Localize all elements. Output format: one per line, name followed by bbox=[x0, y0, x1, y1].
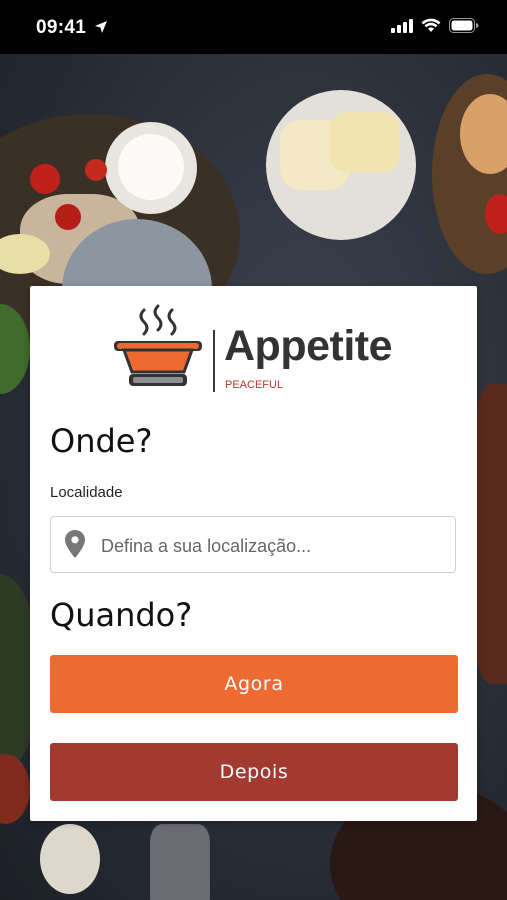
when-heading: Quando? bbox=[50, 596, 193, 634]
brand-name: Appetite bbox=[224, 322, 393, 370]
logo-divider bbox=[213, 330, 215, 392]
status-time-text: 09:41 bbox=[36, 17, 87, 38]
location-arrow-icon bbox=[94, 21, 107, 33]
later-button[interactable]: Depois bbox=[50, 743, 458, 801]
search-card: Appetite PEACEFUL Onde? Localidade Quand… bbox=[30, 286, 477, 821]
cooking-pot-icon bbox=[114, 304, 202, 386]
battery-icon bbox=[449, 18, 479, 33]
map-pin-icon bbox=[65, 530, 85, 558]
now-button[interactable]: Agora bbox=[50, 655, 458, 713]
status-indicators bbox=[391, 18, 479, 33]
brand-tagline: PEACEFUL bbox=[225, 379, 284, 391]
location-field[interactable] bbox=[50, 516, 456, 573]
location-input[interactable] bbox=[99, 527, 443, 565]
wifi-icon bbox=[421, 18, 441, 32]
status-time: 09:41 bbox=[36, 17, 108, 39]
status-bar: 09:41 bbox=[0, 0, 507, 54]
where-heading: Onde? bbox=[50, 422, 153, 460]
signal-icon bbox=[391, 18, 413, 33]
location-label: Localidade bbox=[50, 484, 123, 501]
brand-logo: Appetite PEACEFUL bbox=[112, 304, 402, 396]
